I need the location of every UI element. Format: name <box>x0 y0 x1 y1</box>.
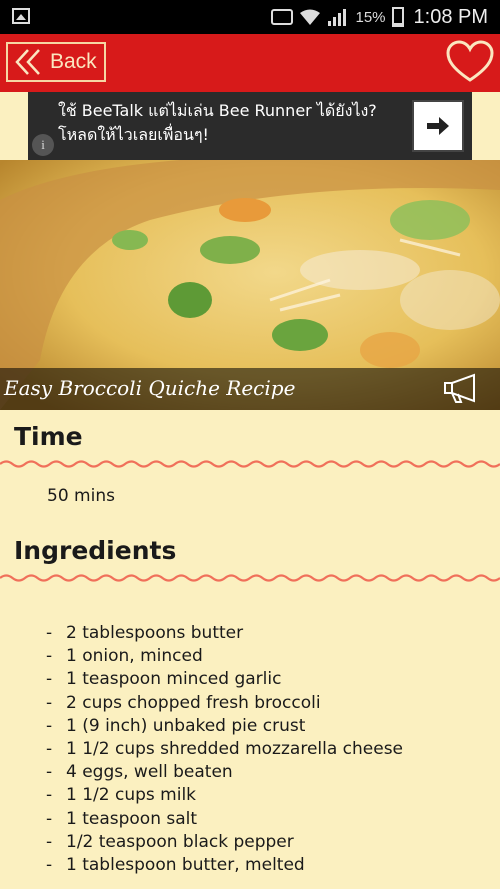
gallery-icon <box>12 8 30 24</box>
list-item: -1 1/2 cups milk <box>46 785 197 806</box>
status-bar: 15% 1:08 PM <box>0 0 500 34</box>
status-icons: 15% 1:08 PM <box>271 6 488 28</box>
megaphone-icon[interactable] <box>442 372 482 404</box>
title-overlay: Easy Broccoli Quiche Recipe <box>0 368 500 410</box>
back-label: Back <box>50 50 97 73</box>
battery-percent: 15% <box>355 8 386 26</box>
time-value: 50 mins <box>47 486 115 506</box>
list-item: -1 teaspoon minced garlic <box>46 669 282 690</box>
ingredients-list: -2 tablespoons butter -1 onion, minced -… <box>46 622 403 877</box>
ad-text: ใช้ BeeTalk แต่ไม่เล่น Bee Runner ได้ยัง… <box>58 101 377 144</box>
clock: 1:08 PM <box>413 5 488 28</box>
list-item: -2 cups chopped fresh broccoli <box>46 692 321 713</box>
list-item: -1/2 teaspoon black pepper <box>46 831 294 852</box>
ingredients-heading: Ingredients <box>14 536 177 565</box>
time-heading: Time <box>14 422 83 451</box>
time-divider <box>0 460 500 468</box>
list-item: -1 1/2 cups shredded mozzarella cheese <box>46 739 404 760</box>
mute-icon <box>271 9 294 25</box>
list-item: -1 (9 inch) unbaked pie crust <box>46 715 306 736</box>
battery-icon <box>391 7 404 27</box>
list-item: -1 tablespoon butter, melted <box>46 855 305 876</box>
wifi-icon <box>299 8 321 26</box>
list-item: -1 onion, minced <box>46 646 203 667</box>
ad-info-icon[interactable]: i <box>32 134 54 156</box>
recipe-photo: Easy Broccoli Quiche Recipe <box>0 160 500 410</box>
recipe-title: Easy Broccoli Quiche Recipe <box>4 376 296 400</box>
ad-banner[interactable]: ใช้ BeeTalk แต่ไม่เล่น Bee Runner ได้ยัง… <box>28 92 472 160</box>
ingredients-divider <box>0 574 500 582</box>
signal-icon <box>327 8 349 26</box>
arrow-right-icon <box>427 117 449 135</box>
app-bar: Back <box>0 34 500 92</box>
ad-open-button[interactable] <box>412 100 464 152</box>
double-chevron-left-icon <box>15 49 40 75</box>
list-item: -4 eggs, well beaten <box>46 762 233 783</box>
back-button[interactable]: Back <box>6 42 106 82</box>
favorite-heart-icon[interactable] <box>446 40 494 84</box>
list-item: -1 teaspoon salt <box>46 808 198 829</box>
list-item: -2 tablespoons butter <box>46 623 244 643</box>
